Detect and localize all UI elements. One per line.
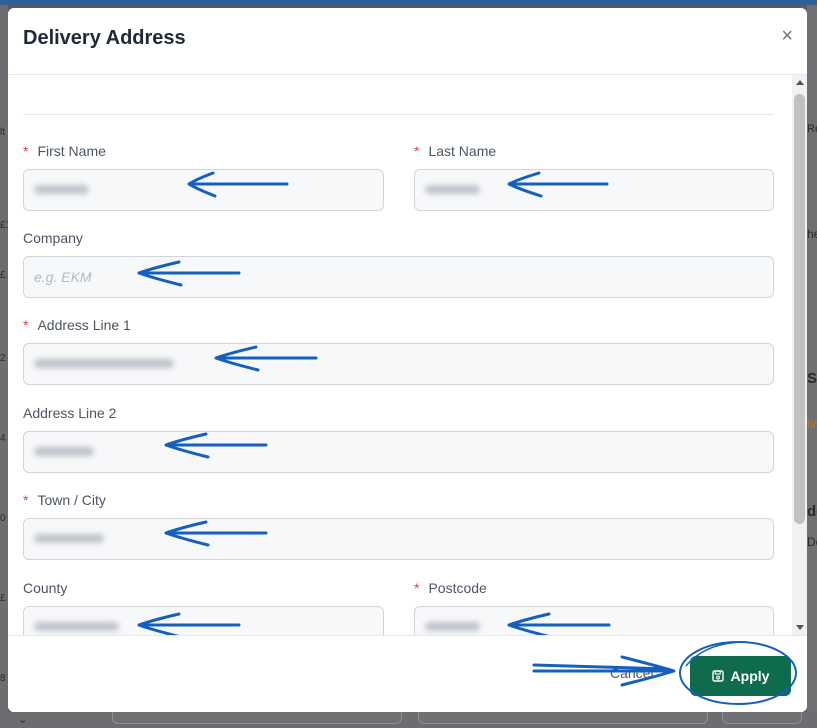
save-icon (711, 670, 724, 682)
annotation-arrow-icon (532, 655, 676, 687)
company-label-text: Company (23, 230, 83, 246)
background-text: do (807, 503, 817, 520)
chevron-down-icon: ⌄ (18, 714, 28, 726)
required-asterisk: * (23, 143, 29, 159)
company-field[interactable] (23, 256, 774, 298)
background-left-column: lt £1 £ 2 4 0 £ 8 (0, 5, 11, 728)
address-line-2-label-text: Address Line 2 (23, 405, 117, 421)
background-text: Re (807, 123, 817, 135)
last-name-label: * Last Name (414, 143, 496, 159)
address-line-1-label-text: Address Line 1 (37, 317, 131, 333)
required-asterisk: * (414, 143, 420, 159)
town-city-field[interactable] (23, 518, 774, 560)
background-text: De (807, 535, 817, 549)
address-line-1-field[interactable] (23, 343, 774, 385)
address-line-1-label: * Address Line 1 (23, 317, 131, 333)
county-label: County (23, 580, 67, 596)
background-text: Sta (807, 370, 817, 387)
postcode-label-text: Postcode (428, 580, 487, 596)
required-asterisk: * (23, 492, 29, 508)
required-asterisk: * (23, 317, 29, 333)
background-right-column: Re he Sta tir do De (807, 5, 817, 728)
address-line-2-field[interactable] (23, 431, 774, 473)
first-name-label-text: First Name (37, 143, 106, 159)
redacted-value (34, 359, 174, 368)
background-bottom-strip: ⌄ (0, 712, 817, 728)
background-box (418, 712, 708, 724)
delivery-address-modal: Delivery Address × * First Name * Last Nam… (8, 8, 807, 712)
background-box (112, 712, 402, 724)
chevron-up-icon[interactable] (796, 80, 804, 85)
modal-body: * First Name * Last Name Company * Address … (8, 75, 792, 635)
first-name-label: * First Name (23, 143, 106, 159)
background-text: 4 (0, 433, 6, 444)
modal-scrollbar[interactable] (792, 75, 807, 635)
background-text: £ (0, 270, 6, 281)
background-text: tir (807, 417, 817, 431)
modal-footer: Cancel Apply (8, 635, 807, 712)
redacted-value (34, 185, 89, 194)
postcode-label: * Postcode (414, 580, 487, 596)
background-text: he (807, 227, 817, 241)
last-name-label-text: Last Name (428, 143, 497, 159)
county-field[interactable] (23, 606, 384, 635)
redacted-value (425, 622, 480, 631)
background-top-bar (0, 0, 817, 5)
county-label-text: County (23, 580, 68, 596)
background-text: 2 (0, 353, 6, 364)
apply-button-label: Apply (730, 668, 770, 684)
address-line-2-label: Address Line 2 (23, 405, 116, 421)
redacted-value (34, 534, 104, 543)
company-label: Company (23, 230, 83, 246)
redacted-value (34, 447, 94, 456)
modal-title: Delivery Address (23, 27, 186, 49)
background-text: 8 (0, 673, 6, 684)
background-text: £ (0, 593, 6, 604)
redacted-value (34, 622, 119, 631)
cancel-button[interactable]: Cancel (610, 665, 654, 681)
background-text: 0 (0, 513, 6, 524)
town-city-label: * Town / City (23, 492, 106, 508)
modal-header: Delivery Address × (8, 8, 807, 75)
scrollbar-thumb[interactable] (794, 94, 805, 524)
postcode-field[interactable] (414, 606, 774, 635)
last-name-field[interactable] (414, 169, 774, 211)
chevron-down-icon[interactable] (796, 625, 804, 630)
divider (23, 114, 774, 115)
town-city-label-text: Town / City (37, 492, 106, 508)
background-text: lt (0, 127, 5, 138)
close-icon[interactable]: × (781, 26, 793, 46)
apply-button[interactable]: Apply (690, 656, 791, 696)
required-asterisk: * (414, 580, 420, 596)
background-box (722, 712, 802, 724)
redacted-value (425, 185, 480, 194)
first-name-field[interactable] (23, 169, 384, 211)
